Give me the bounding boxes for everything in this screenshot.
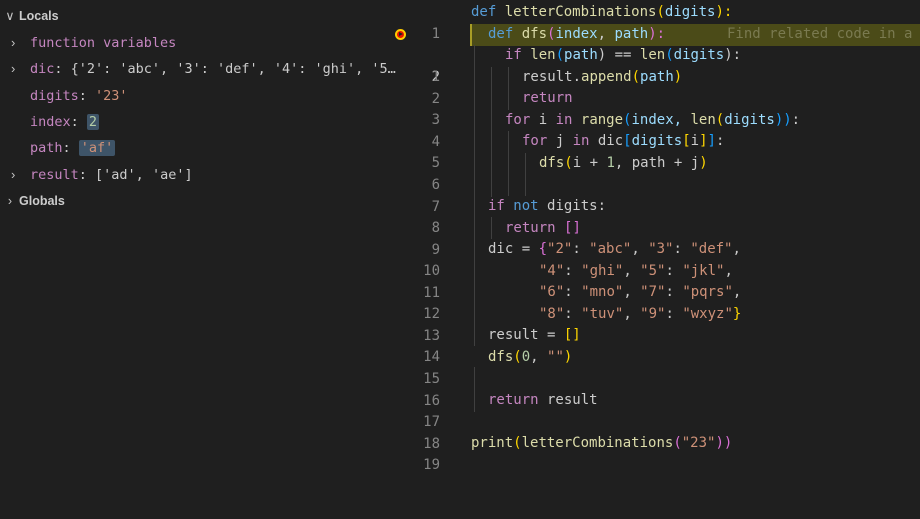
code-line[interactable]: 8 if not digits: <box>400 196 920 236</box>
chevron-right-icon[interactable]: › <box>11 58 15 80</box>
code-line[interactable]: 1 def letterCombinations(digits): <box>400 2 920 42</box>
locals-label: Locals <box>19 9 59 23</box>
code-line[interactable]: 1 if len(path) == len(digits): <box>400 45 920 85</box>
code-line[interactable]: 16 <box>400 369 920 409</box>
chevron-right-icon[interactable]: › <box>11 164 15 186</box>
code-line[interactable]: 6 dfs(i + 1, path + j) <box>400 153 920 193</box>
variable-name: function variables <box>30 35 177 51</box>
variable-function-variables[interactable]: › function variables <box>0 32 400 54</box>
chevron-right-icon[interactable]: › <box>11 32 15 54</box>
variable-value: '23' <box>95 88 128 104</box>
variable-digits[interactable]: digits: '23' <box>0 85 400 107</box>
code-line[interactable]: 2 result.append(path) <box>400 67 920 107</box>
code-line[interactable]: 4 for i in range(index, len(digits)): <box>400 110 920 150</box>
code-line[interactable]: 14 result = [] <box>400 325 920 365</box>
code-line-current[interactable]: 2 def dfs(index, path): Find related cod… <box>395 24 920 85</box>
variable-name: result <box>30 167 79 183</box>
code-line[interactable]: 18 <box>400 412 920 452</box>
variable-name: index <box>30 114 71 130</box>
code-line[interactable]: 5 for j in dic[digits[i]]: <box>400 131 920 171</box>
code-line[interactable]: 12 "6": "mno", "7": "pqrs", <box>400 282 920 322</box>
variable-value-changed: 'af' <box>78 140 116 156</box>
code-line[interactable]: 19 print(letterCombinations("23")) <box>400 433 920 473</box>
code-line[interactable]: 17 return result <box>400 390 920 430</box>
chevron-right-icon: › <box>7 194 13 208</box>
code-line[interactable]: 9 return [] <box>400 218 920 258</box>
variable-value: ['ad', 'ae'] <box>95 167 193 183</box>
variable-dic[interactable]: › dic: {'2': 'abc', '3': 'def', '4': 'gh… <box>0 58 403 80</box>
variable-result[interactable]: › result: ['ad', 'ae'] <box>0 164 400 186</box>
variable-path[interactable]: path: 'af' <box>0 137 400 159</box>
line-number: 19 <box>423 456 440 473</box>
variables-panel: ∨ Locals › function variables › dic: {'2… <box>0 0 403 503</box>
variable-name: dic <box>30 61 55 77</box>
variable-index[interactable]: index: 2 <box>0 111 400 133</box>
code-line[interactable]: 13 "8": "tuv", "9": "wxyz"} <box>400 304 920 344</box>
code-line[interactable]: 10 dic = {"2": "abc", "3": "def", <box>400 239 920 279</box>
code-line[interactable]: 7 <box>400 175 920 215</box>
code-editor[interactable]: 1 def letterCombinations(digits): 2 def … <box>395 0 920 503</box>
code-line[interactable]: 15 dfs(0, "") <box>400 347 920 387</box>
variable-value-changed: 2 <box>86 114 100 130</box>
code-line[interactable]: 11 "4": "ghi", "5": "jkl", <box>400 261 920 301</box>
variable-name: path <box>30 140 63 156</box>
chevron-down-icon: ∨ <box>5 9 15 23</box>
inline-hint-text[interactable]: Find related code in a <box>727 24 912 46</box>
variable-name: digits <box>30 88 79 104</box>
breakpoint-current-icon[interactable] <box>395 29 406 40</box>
globals-label: Globals <box>19 194 65 208</box>
code-line[interactable]: 3 return <box>400 88 920 128</box>
variable-value: {'2': 'abc', '3': 'def', '4': 'ghi', '5'… <box>70 61 403 77</box>
